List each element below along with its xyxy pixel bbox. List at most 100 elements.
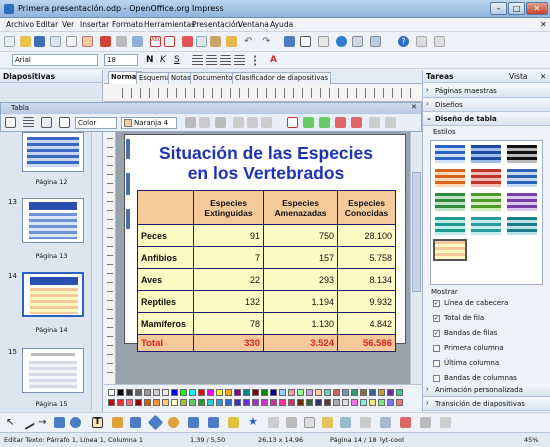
print-icon[interactable] [116,36,127,47]
extrusion-icon[interactable] [360,417,371,428]
tab-clasificador[interactable]: Clasificador de diapositivas [232,72,332,84]
swatch[interactable] [261,389,268,396]
total-value-cell[interactable]: 3.524 [263,334,338,352]
swatch[interactable] [351,389,358,396]
swatch[interactable] [144,389,151,396]
value-cell[interactable]: 5.758 [337,246,396,269]
table-properties-icon[interactable] [369,117,380,128]
align-bottom-icon[interactable] [261,117,272,128]
status-zoom[interactable]: 45% [524,436,538,444]
justify-icon[interactable] [234,55,245,66]
align-left-icon[interactable] [192,55,203,66]
format-paintbrush-icon[interactable] [226,36,237,47]
slide-canvas[interactable]: Situación de las Especies en los Vertebr… [124,134,406,352]
border-style-icon[interactable] [23,117,34,128]
swatch[interactable] [387,389,394,396]
select-table-icon[interactable] [385,117,396,128]
font-name-box[interactable]: Arial [12,54,98,66]
swatch[interactable] [243,399,250,406]
table-design-icon[interactable] [287,117,298,128]
swatch[interactable] [333,399,340,406]
swatch[interactable] [189,389,196,396]
ellipse-icon[interactable] [70,417,81,428]
header-cell[interactable]: Especies Amenazadas [263,190,338,225]
swatch[interactable] [153,389,160,396]
swatch[interactable] [378,399,385,406]
menu-editar[interactable]: Editar [36,20,58,29]
open-folder-icon[interactable] [20,36,31,47]
swatch[interactable] [279,389,286,396]
bullets-icon[interactable] [254,55,265,66]
menu-herramientas[interactable]: Herramientas [144,20,195,29]
menu-formato[interactable]: Formato [112,20,143,29]
swatch[interactable] [234,389,241,396]
swatch[interactable] [351,399,358,406]
swatch[interactable] [306,399,313,406]
swatch[interactable] [315,399,322,406]
rotate-icon[interactable] [400,417,411,428]
swatch[interactable] [252,389,259,396]
swatch[interactable] [243,389,250,396]
swatch[interactable] [324,389,331,396]
table-style-option[interactable] [471,145,501,163]
edit-mode-icon[interactable] [82,36,93,47]
slides-scrollbar[interactable] [91,132,101,410]
symbol-shapes-icon[interactable] [168,417,179,428]
swatch[interactable] [270,399,277,406]
minimize-button[interactable]: – [490,2,507,15]
swatch[interactable] [225,389,232,396]
borders-icon[interactable] [41,117,52,128]
swatch[interactable] [225,399,232,406]
checkbox-primera-columna[interactable] [433,345,440,352]
swatch[interactable] [270,389,277,396]
swatch[interactable] [387,399,394,406]
line-color-icon[interactable] [59,117,70,128]
delete-column-icon[interactable] [351,117,362,128]
swatch[interactable] [126,399,133,406]
align-center-icon[interactable] [206,55,217,66]
redo-icon[interactable]: ↷ [262,36,273,47]
optimize-icon[interactable] [215,117,226,128]
glue-points-icon[interactable] [286,417,297,428]
insert-table-icon[interactable] [5,117,16,128]
align-right-icon[interactable] [220,55,231,66]
swatch[interactable] [135,399,142,406]
arrange-icon[interactable] [440,417,451,428]
table-style-option[interactable] [507,145,537,163]
align-icon[interactable] [420,417,431,428]
value-cell[interactable]: 157 [263,246,338,269]
swatch[interactable] [234,399,241,406]
swatch[interactable] [207,389,214,396]
checkbox-total-fila[interactable]: ✓ [433,315,440,322]
value-cell[interactable]: 4.842 [337,312,396,335]
cut-icon[interactable] [182,36,193,47]
section-transicion-diapositivas[interactable]: › Transición de diapositivas [423,398,550,411]
swatch[interactable] [108,389,115,396]
swatch[interactable] [360,389,367,396]
swatch[interactable] [360,399,367,406]
table-style-option[interactable] [435,193,465,211]
connector-icon[interactable] [130,417,141,428]
rectangle-icon[interactable] [54,417,65,428]
swatch[interactable] [342,399,349,406]
swatch[interactable] [288,389,295,396]
total-name-cell[interactable]: Total [137,334,194,352]
table-style-option[interactable] [471,193,501,211]
swatch[interactable] [126,389,133,396]
arrow-line-icon[interactable]: → [38,417,49,428]
copy-icon[interactable] [196,36,207,47]
callouts-icon[interactable] [228,417,239,428]
swatch[interactable] [189,399,196,406]
insert-table-icon[interactable] [300,36,311,47]
swatch[interactable] [315,389,322,396]
new-document-icon[interactable] [4,36,15,47]
table-style-option[interactable] [507,169,537,187]
row-name-cell[interactable]: Aves [137,268,194,291]
flowchart-icon[interactable] [208,417,219,428]
header-blank-cell[interactable] [137,190,194,225]
value-cell[interactable]: 750 [263,224,338,247]
fill-color-select[interactable]: Naranja 4 [121,117,177,129]
insert-row-icon[interactable] [303,117,314,128]
basic-shapes-icon[interactable] [147,414,164,431]
table-style-option[interactable] [507,217,537,235]
